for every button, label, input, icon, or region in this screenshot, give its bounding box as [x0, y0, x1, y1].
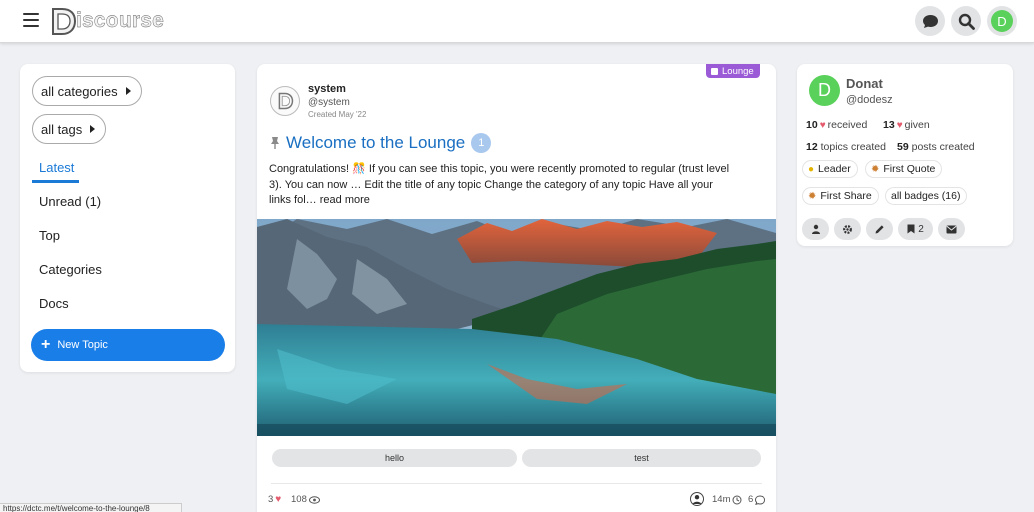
- badge-label: all badges (16): [891, 190, 961, 202]
- divider: [271, 483, 762, 484]
- tags-dropdown[interactable]: all tags: [32, 114, 107, 144]
- profile-button[interactable]: [802, 218, 829, 240]
- likes-given-stat: 13 ♥ given: [883, 119, 930, 131]
- pin-icon: [271, 137, 279, 149]
- likes-given-value: 13: [883, 119, 895, 131]
- nav-unread[interactable]: Unread (1): [39, 194, 101, 209]
- created-date: Created May '22: [308, 110, 367, 119]
- user-menu-button[interactable]: D: [987, 6, 1017, 36]
- bookmark-icon: [907, 224, 915, 234]
- user-card: D Donat @dodesz 10 ♥ received 13 ♥ given 12 …: [797, 64, 1013, 246]
- categories-dropdown-label: all categories: [41, 83, 118, 99]
- heart-icon: ♥: [896, 120, 903, 131]
- read-more-link[interactable]: read more: [320, 194, 370, 206]
- search-button[interactable]: [951, 6, 981, 36]
- bronze-badge-icon: ✹: [808, 190, 817, 202]
- topic-excerpt: Congratulations! 🎊 If you can see this t…: [269, 162, 737, 209]
- search-icon: [958, 13, 975, 30]
- preferences-button[interactable]: [834, 218, 861, 240]
- avatar: D: [991, 10, 1013, 32]
- replies-count[interactable]: 6: [748, 494, 766, 505]
- tags-dropdown-label: all tags: [41, 121, 83, 137]
- badge-label: First Share: [820, 190, 872, 202]
- reply-bubble-icon: [755, 494, 766, 505]
- category-label: Lounge: [722, 65, 754, 77]
- given-label: given: [904, 119, 930, 131]
- badge-first-quote[interactable]: ✹ First Quote: [865, 160, 943, 178]
- last-activity[interactable]: 14m: [712, 494, 742, 505]
- all-badges-link[interactable]: all badges (16): [885, 187, 968, 205]
- topic-card: Lounge system @system Created May '22 We…: [257, 64, 776, 512]
- active-nav-indicator: [32, 180, 79, 183]
- caret-right-icon: [90, 125, 96, 133]
- tag-test[interactable]: test: [522, 449, 761, 467]
- posts-created-value: 59: [897, 141, 909, 153]
- likes-received-value: 10: [806, 119, 818, 131]
- topics-created-stat: 12 topics created: [806, 141, 886, 153]
- views-value: 108: [291, 494, 307, 505]
- topics-created-value: 12: [806, 141, 818, 153]
- nav-docs[interactable]: Docs: [39, 296, 69, 311]
- nav-latest[interactable]: Latest: [39, 160, 74, 175]
- discourse-logo-icon: [52, 8, 77, 35]
- categories-dropdown[interactable]: all categories: [32, 76, 142, 106]
- likes-received-stat: 10 ♥ received: [806, 119, 867, 131]
- browser-status-bar: https://dctc.me/t/welcome-to-the-lounge/…: [0, 503, 182, 512]
- site-logo[interactable]: iscourse: [49, 5, 164, 37]
- user-avatar[interactable]: D: [809, 75, 840, 106]
- category-badge[interactable]: Lounge: [706, 64, 760, 78]
- badge-label: First Quote: [883, 163, 936, 175]
- posts-label: posts created: [911, 141, 975, 153]
- badge-leader[interactable]: ● Leader: [802, 160, 858, 178]
- topic-title[interactable]: Welcome to the Lounge: [286, 133, 465, 153]
- sidebar: all categories all tags Latest Unread (1…: [20, 64, 235, 372]
- messages-button[interactable]: [938, 218, 965, 240]
- heart-icon: ♥: [819, 120, 826, 131]
- unread-count-badge[interactable]: 1: [471, 133, 492, 153]
- chat-button[interactable]: [915, 6, 945, 36]
- badge-label: Leader: [818, 163, 851, 175]
- lock-icon: [711, 67, 718, 75]
- chat-bubble-icon: [922, 14, 938, 28]
- logo-text: iscourse: [76, 9, 164, 32]
- nav-top[interactable]: Top: [39, 228, 60, 243]
- topics-label: topics created: [820, 141, 886, 153]
- site-header: iscourse D: [0, 0, 1034, 43]
- likes-count[interactable]: 3 ♥: [268, 494, 283, 505]
- gear-icon: [843, 224, 852, 234]
- bronze-badge-icon: ✹: [871, 163, 880, 175]
- envelope-icon: [946, 225, 957, 233]
- received-label: received: [827, 119, 868, 131]
- bookmark-count: 2: [918, 223, 924, 235]
- nav-categories[interactable]: Categories: [39, 262, 102, 277]
- hamburger-icon[interactable]: [23, 13, 39, 27]
- new-topic-label: New Topic: [57, 339, 108, 351]
- new-topic-button[interactable]: + New Topic: [31, 329, 225, 361]
- tag-hello[interactable]: hello: [272, 449, 517, 467]
- history-icon: [732, 495, 742, 504]
- badge-first-share[interactable]: ✹ First Share: [802, 187, 879, 205]
- bookmarks-button[interactable]: 2: [898, 218, 933, 240]
- drafts-button[interactable]: [866, 218, 893, 240]
- user-name[interactable]: Donat: [846, 76, 883, 91]
- views-count: 108: [291, 494, 320, 505]
- author-name[interactable]: system: [308, 83, 346, 95]
- eye-icon: [308, 495, 320, 504]
- pencil-icon: [875, 224, 884, 233]
- author-avatar[interactable]: [270, 86, 300, 116]
- replies-value: 6: [748, 494, 754, 505]
- author-handle: @system: [308, 97, 350, 108]
- heart-icon: ♥: [275, 494, 282, 505]
- plus-icon: +: [41, 336, 51, 353]
- caret-right-icon: [125, 87, 131, 95]
- likes-value: 3: [268, 494, 274, 505]
- topic-title-row: Welcome to the Lounge 1: [269, 133, 492, 153]
- posts-created-stat: 59 posts created: [897, 141, 975, 153]
- user-handle: @dodesz: [846, 94, 893, 106]
- user-icon: [811, 224, 820, 234]
- poster-avatar[interactable]: [690, 492, 704, 506]
- topic-image[interactable]: [257, 219, 776, 436]
- last-activity-value: 14m: [712, 494, 731, 505]
- person-badge-icon: ●: [808, 163, 815, 175]
